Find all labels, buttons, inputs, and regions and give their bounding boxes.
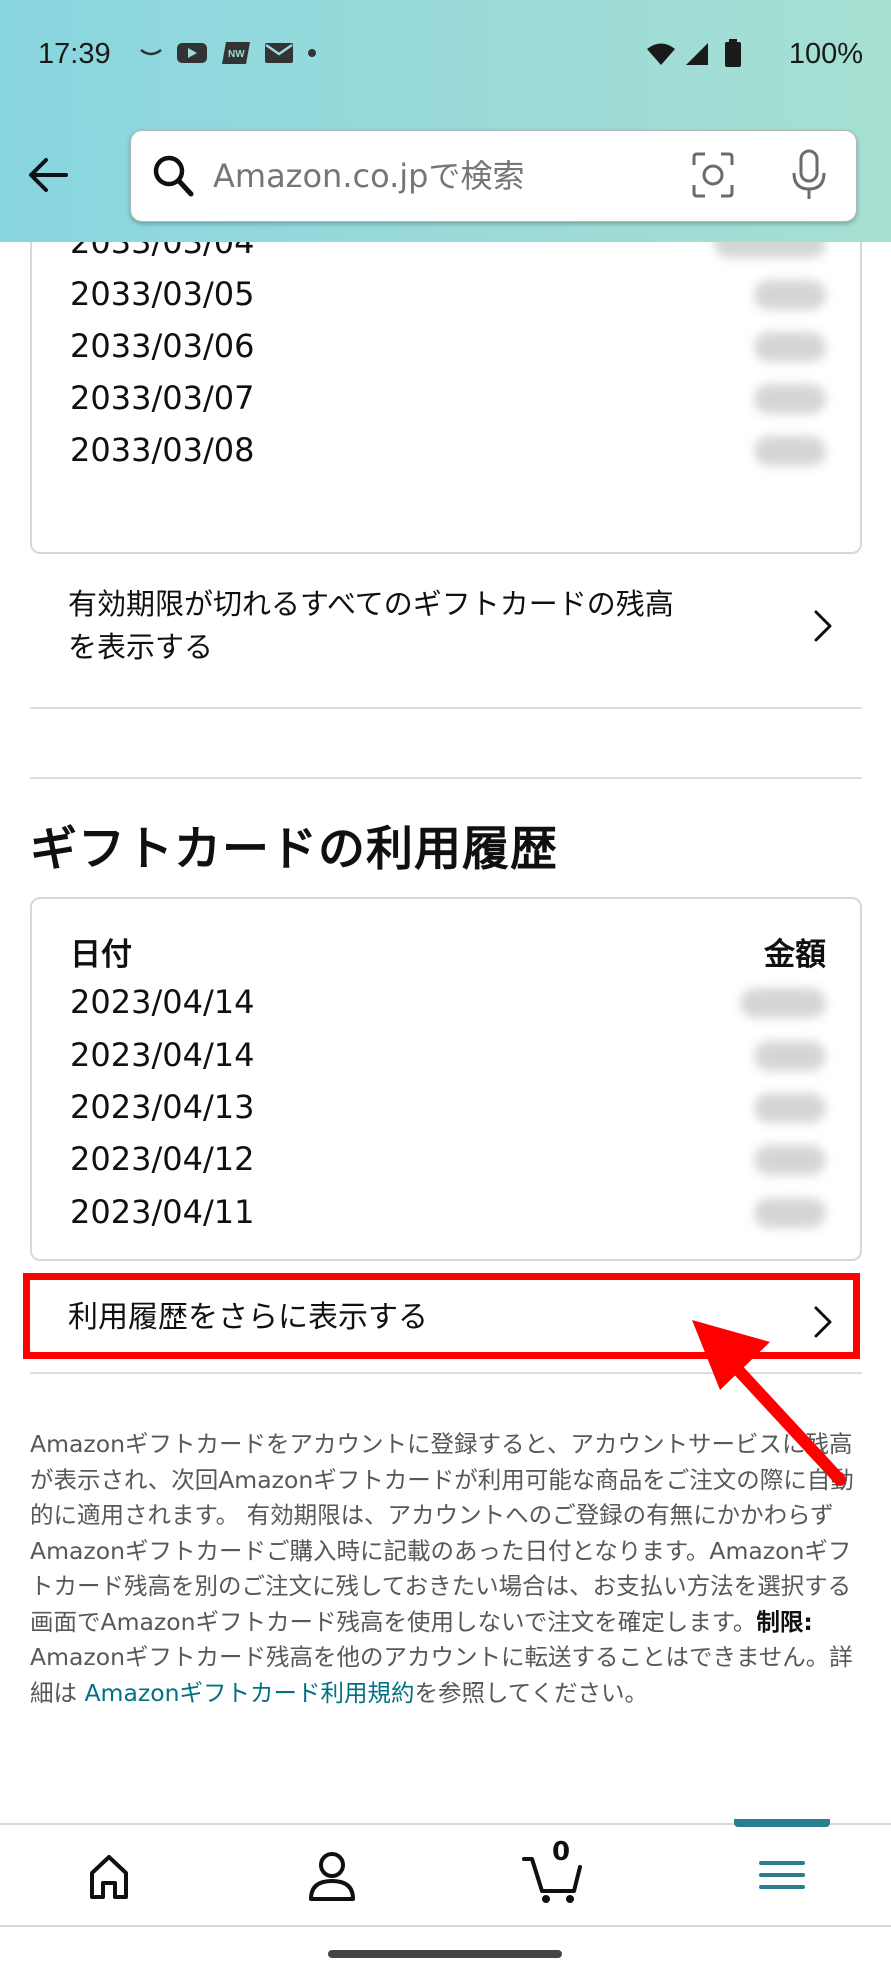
wifi-icon: [647, 43, 675, 65]
status-bar: 17:39 NW 100%: [0, 0, 891, 110]
cart-count-badge: 0: [552, 1837, 571, 1867]
history-title: ギフトカードの利用履歴: [30, 822, 558, 877]
redacted-amount: [754, 384, 826, 414]
account-icon[interactable]: [297, 1845, 367, 1905]
table-row: 2023/04/12: [70, 1133, 826, 1185]
notification-icons: NW: [138, 40, 318, 66]
limit-label: 制限:: [756, 1607, 813, 1636]
home-icon[interactable]: [74, 1845, 144, 1905]
row-date: 2023/04/14: [70, 983, 255, 1021]
annotation-arrow-icon: [692, 1320, 846, 1486]
header-amount: 金額: [764, 937, 826, 973]
redacted-amount: [754, 1041, 826, 1071]
row-date: 2033/03/05: [70, 275, 255, 313]
section-divider: [30, 777, 862, 779]
expiring-balance-table: 日付 金額 2033/03/04 2033/03/05 2033/03/06 2…: [30, 186, 862, 554]
usage-history-table: 日付 金額 2023/04/14 2023/04/14 2023/04/13 2…: [30, 897, 862, 1261]
search-bar: [130, 130, 857, 222]
battery-level: 100%: [788, 38, 863, 70]
redacted-amount: [754, 332, 826, 362]
gesture-bar[interactable]: [328, 1950, 562, 1958]
menu-icon[interactable]: [747, 1845, 817, 1905]
redacted-amount: [754, 1093, 826, 1123]
table-row: 2033/03/07: [70, 372, 826, 424]
table-row: 2023/04/13: [70, 1081, 826, 1133]
search-icon[interactable]: [151, 153, 195, 199]
status-time: 17:39: [38, 38, 111, 70]
header-date: 日付: [70, 937, 132, 973]
table-header: 日付 金額: [70, 929, 826, 974]
redacted-amount: [754, 1145, 826, 1175]
amazon-smile-icon: [140, 48, 162, 56]
chevron-right-icon: [814, 610, 832, 642]
row-date: 2033/03/08: [70, 431, 255, 469]
table-row: 2023/04/14: [70, 976, 826, 1028]
bottom-nav: 0: [0, 1819, 891, 1927]
search-input[interactable]: [213, 149, 653, 203]
table-row: 2023/04/14: [70, 1029, 826, 1081]
row-date: 2033/03/07: [70, 379, 255, 417]
active-tab-indicator: [734, 1819, 830, 1827]
view-expiring-balances-link[interactable]: 有効期限が切れるすべてのギフトカードの残高 を表示する: [30, 554, 862, 709]
link-label-line1: 有効期限が切れるすべてのギフトカードの残高: [68, 587, 674, 621]
row-date: 2023/04/12: [70, 1140, 255, 1178]
redacted-amount: [754, 436, 826, 466]
table-row: 2033/03/08: [70, 424, 826, 476]
youtube-icon: [177, 43, 207, 63]
svg-text:NW: NW: [228, 49, 245, 60]
table-row: 2023/04/11: [70, 1186, 826, 1238]
mail-icon: [265, 43, 293, 63]
battery-icon: [725, 39, 741, 67]
redacted-amount: [740, 988, 826, 1018]
row-date: 2023/04/11: [70, 1193, 255, 1231]
link-label-line2: を表示する: [68, 630, 214, 664]
row-date: 2023/04/13: [70, 1088, 255, 1126]
news-app-icon: NW: [222, 42, 250, 64]
mic-icon[interactable]: [791, 149, 827, 203]
redacted-amount: [754, 280, 826, 310]
table-row: 2033/03/05: [70, 268, 826, 320]
signal-icon: [686, 43, 708, 65]
row-date: 2023/04/14: [70, 1036, 255, 1074]
camera-icon[interactable]: [691, 151, 735, 201]
row-date: 2033/03/06: [70, 327, 255, 365]
redacted-amount: [754, 1198, 826, 1228]
terms-link[interactable]: Amazonギフトカード利用規約: [84, 1679, 414, 1707]
notice-text-3: を参照してください。: [414, 1678, 649, 1707]
table-row: 2033/03/06: [70, 320, 826, 372]
more-notifications-dot-icon: [308, 49, 316, 57]
back-arrow-icon[interactable]: [26, 155, 70, 195]
page-content: 日付 金額 2033/03/04 2033/03/05 2033/03/06 2…: [0, 0, 891, 1980]
top-bar: 17:39 NW 100%: [0, 0, 891, 242]
